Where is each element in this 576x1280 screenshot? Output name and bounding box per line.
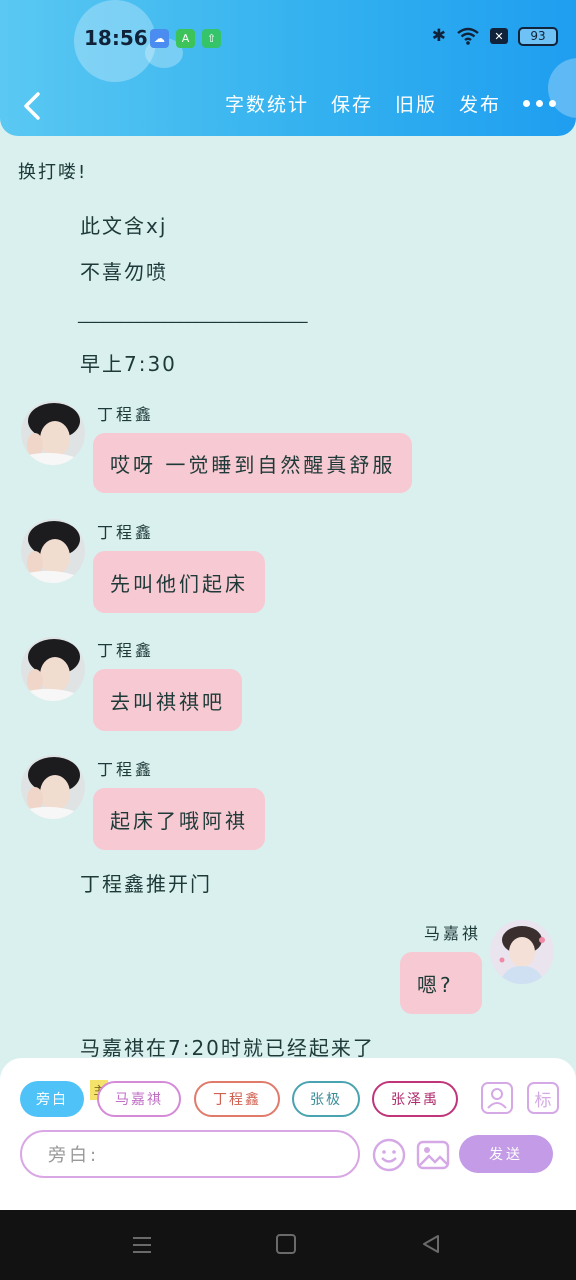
- toolbar-actions: 字数统计 保存 旧版 发布: [225, 90, 556, 117]
- avatar[interactable]: [21, 519, 85, 583]
- role-chip-zhang-ji[interactable]: 张极: [292, 1081, 360, 1117]
- image-icon: [416, 1140, 450, 1170]
- battery-indicator: 93: [518, 26, 558, 46]
- back-triangle-icon[interactable]: [420, 1233, 442, 1255]
- chat-area[interactable]: 换打喽! 此文含xj 不喜勿喷 ________________________…: [0, 136, 576, 1058]
- message-bubble[interactable]: 嗯?: [400, 952, 482, 1014]
- avatar[interactable]: [21, 637, 85, 701]
- more-icon[interactable]: [523, 100, 556, 107]
- system-nav-bar: [0, 1210, 576, 1280]
- role-chip-narrator[interactable]: 旁白: [20, 1081, 84, 1117]
- image-button[interactable]: [416, 1138, 450, 1172]
- role-chip-zhang-zeyu[interactable]: 张泽禹: [372, 1081, 458, 1117]
- avatar-portrait-icon: [21, 755, 85, 819]
- time-note: 早上7:30: [80, 352, 177, 376]
- a-app-icon: A: [176, 29, 195, 48]
- tag-icon[interactable]: 标: [527, 1082, 559, 1114]
- avatar-portrait-icon: [21, 401, 85, 465]
- role-chip-ding-chengxin[interactable]: 丁程鑫: [194, 1081, 280, 1117]
- sender-name: 马嘉祺: [424, 924, 482, 943]
- message-bubble[interactable]: 哎呀 一觉睡到自然醒真舒服: [93, 433, 413, 493]
- cloud-icon: ☁: [150, 29, 169, 48]
- smiley-icon: [372, 1138, 406, 1172]
- home-icon[interactable]: [275, 1233, 297, 1255]
- emoji-button[interactable]: [372, 1138, 406, 1172]
- sender-name: 丁程鑫: [97, 760, 155, 779]
- send-button[interactable]: 发送: [459, 1135, 553, 1173]
- narration-text: 马嘉祺在7:20时就已经起来了: [80, 1036, 375, 1058]
- chevron-left-icon: [24, 92, 40, 120]
- back-button[interactable]: [16, 86, 52, 126]
- menu-icon[interactable]: [131, 1234, 153, 1256]
- save-button[interactable]: 保存: [331, 90, 373, 117]
- divider-text: ___________________________: [78, 304, 308, 324]
- avatar[interactable]: [21, 755, 85, 819]
- note-text: 不喜勿喷: [80, 260, 168, 284]
- status-right: ✱ ✕ 93: [432, 26, 558, 46]
- message-bubble[interactable]: 去叫祺祺吧: [93, 669, 242, 731]
- bluetooth-icon: ✱: [431, 26, 446, 46]
- role-chip-ma-jiaqi[interactable]: 马嘉祺: [97, 1081, 181, 1117]
- wifi-icon: [457, 27, 479, 45]
- narration-text: 丁程鑫推开门: [80, 872, 212, 896]
- input-panel: 旁白 主 马嘉祺 丁程鑫 张极 张泽禹 标 旁白: 发送: [0, 1058, 576, 1210]
- status-app-icons: ☁ A ⇧: [150, 29, 221, 48]
- app-header: 18:56 ☁ A ⇧ ✱ ✕ 93 字数统计 保存 旧版 发布: [0, 0, 576, 136]
- avatar[interactable]: [21, 401, 85, 465]
- person-card-icon[interactable]: [481, 1082, 513, 1114]
- word-count-button[interactable]: 字数统计: [225, 90, 309, 117]
- avatar-portrait-icon: [21, 519, 85, 583]
- sender-name: 丁程鑫: [97, 523, 155, 542]
- avatar[interactable]: [490, 920, 554, 984]
- intro-text: 换打喽!: [18, 162, 88, 183]
- publish-button[interactable]: 发布: [459, 90, 501, 117]
- avatar-portrait-icon: [490, 920, 554, 984]
- avatar-portrait-icon: [21, 637, 85, 701]
- sender-name: 丁程鑫: [97, 641, 155, 660]
- sender-name: 丁程鑫: [97, 405, 155, 424]
- message-bubble[interactable]: 先叫他们起床: [93, 551, 265, 613]
- message-input[interactable]: 旁白:: [20, 1130, 360, 1178]
- upload-icon: ⇧: [202, 29, 221, 48]
- message-bubble[interactable]: 起床了哦阿祺: [93, 788, 265, 850]
- note-text: 此文含xj: [80, 214, 168, 238]
- status-time: 18:56: [84, 26, 148, 50]
- x-app-icon: ✕: [490, 28, 508, 44]
- old-version-button[interactable]: 旧版: [395, 90, 437, 117]
